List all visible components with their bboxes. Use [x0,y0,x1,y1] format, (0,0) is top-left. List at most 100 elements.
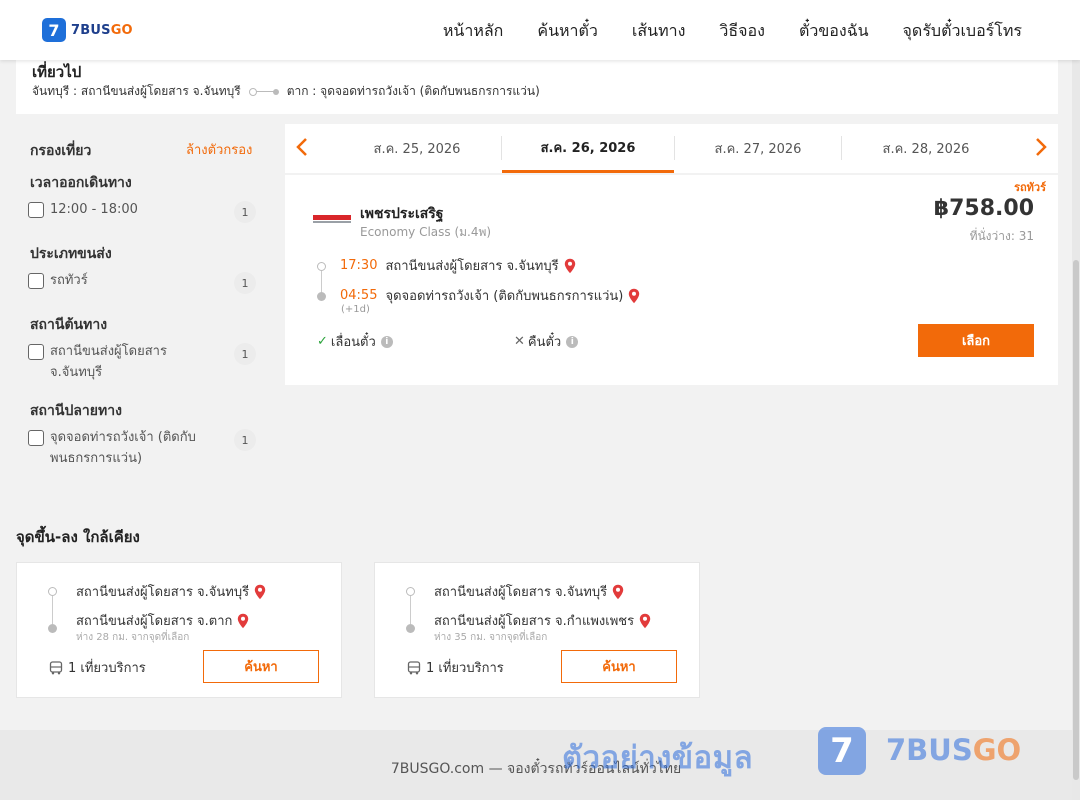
nav-routes[interactable]: เส้นทาง [632,19,686,44]
arrival-station: จุดจอดท่ารถวังเจ้า (ติดกับพนธกรการแว่น) [385,289,624,304]
reschedule-label: เลื่อนตั๋ว [330,335,376,350]
nearby-to: สถานีขนส่งผู้โดยสาร จ.กำแพงเพชร [434,610,651,631]
departure-stop: 17:30 สถานีขนส่งผู้โดยสาร จ.จันทบุรี [340,255,576,276]
checkbox[interactable] [28,430,44,446]
nearby-trip-count: 1 เที่ยวบริการ [49,657,146,678]
watermark-logo: 7 [818,727,866,775]
filter-option-label: สถานีขนส่งผู้โดยสาร จ.จันทบุรี [50,344,167,380]
prev-date-button[interactable] [291,135,313,159]
map-pin-icon[interactable] [237,613,249,629]
info-icon[interactable]: i [380,335,393,348]
next-day-indicator: (+1d) [341,304,370,315]
clear-filters-link[interactable]: ล้างตัวกรอง [186,139,252,160]
trip-direction-title: เที่ยวไป [32,63,82,81]
route-timeline [48,587,58,633]
nearby-distance: ห่าง 35 กม. จากจุดที่เลือก [434,632,548,643]
filter-count-badge: 1 [234,343,256,365]
seats-available: ที่นั่งว่าง: 31 [969,229,1034,243]
nearby-trip-count-label: 1 เที่ยวบริการ [426,661,504,676]
checkbox[interactable] [28,344,44,360]
select-trip-button[interactable]: เลือก [918,324,1034,357]
filter-option-origin-station[interactable]: สถานีขนส่งผู้โดยสาร จ.จันทบุรี 1 [28,343,256,383]
filter-section-origin-station: สถานีต้นทาง [30,317,108,333]
nav-ticket-pickup[interactable]: จุดรับตั๋วเบอร์โทร [903,19,1022,44]
date-tab[interactable]: ส.ค. 25, 2026 [333,124,501,173]
nav-home[interactable]: หน้าหลัก [443,19,504,44]
filter-count-badge: 1 [234,201,256,223]
nearby-trip-count-label: 1 เที่ยวบริการ [68,661,146,676]
next-date-button[interactable] [1030,135,1052,159]
nav-my-tickets[interactable]: ตั๋วของฉัน [799,19,869,44]
ticket-price: ฿758.00 [933,196,1034,221]
date-selector: ส.ค. 25, 2026 ส.ค. 26, 2026 ส.ค. 27, 202… [285,124,1058,173]
nearby-from-label: สถานีขนส่งผู้โดยสาร จ.จันทบุรี [434,585,608,600]
nearby-to: สถานีขนส่งผู้โดยสาร จ.ตาก [76,610,249,631]
map-pin-icon[interactable] [639,613,651,629]
logo-text-a: 7BUS [71,22,111,38]
nearby-to-label: สถานีขนส่งผู้โดยสาร จ.ตาก [76,614,233,629]
nearby-route-card: สถานีขนส่งผู้โดยสาร จ.จันทบุรี สถานีขนส่… [374,562,700,698]
page-scrollbar[interactable] [1072,60,1080,800]
chevron-left-icon [296,138,307,156]
nearby-from-label: สถานีขนส่งผู้โดยสาร จ.จันทบุรี [76,585,250,600]
trip-summary: เที่ยวไป จันทบุรี : สถานีขนส่งผู้โดยสาร … [16,60,1058,114]
check-icon: ✓ [317,334,328,349]
trip-route: จันทบุรี : สถานีขนส่งผู้โดยสาร จ.จันทบุร… [32,82,540,101]
departure-time: 17:30 [340,258,378,273]
filter-option-label: จุดจอดท่ารถวังเจ้า (ติดกับพนธกรการแว่น) [50,430,196,466]
checkbox[interactable] [28,202,44,218]
sample-watermark: ตัวอย่างข้อมูล [562,740,754,776]
reschedule-policy: ✓ เลื่อนตั๋ว i [317,331,393,352]
bus-icon [407,660,421,674]
filter-section-transport-type: ประเภทขนส่ง [30,246,112,262]
filter-option-label: 12:00 - 18:00 [50,202,138,217]
logo-mark: 7 [42,18,66,42]
arrival-time: 04:55 [340,288,378,303]
filter-option-label: รถทัวร์ [50,273,88,288]
nearby-search-button[interactable]: ค้นหา [203,650,319,683]
info-icon[interactable]: i [566,335,579,348]
seat-class: Economy Class (ม.4พ) [360,225,492,239]
filter-option-destination-station[interactable]: จุดจอดท่ารถวังเจ้า (ติดกับพนธกรการแว่น) … [28,429,256,469]
watermark-brand-b: GO [972,733,1022,767]
nearby-search-button[interactable]: ค้นหา [561,650,677,683]
map-pin-icon[interactable] [564,258,576,274]
site-logo[interactable]: 7 7BUSGO [42,18,133,42]
date-tab-active[interactable]: ส.ค. 26, 2026 [502,124,674,173]
cross-icon: ✕ [514,334,525,349]
operator-logo [313,215,351,223]
vehicle-type-badge: รถทัวร์ [1014,181,1046,194]
checkbox[interactable] [28,273,44,289]
nearby-from: สถานีขนส่งผู้โดยสาร จ.จันทบุรี [76,581,266,602]
filter-section-departure-time: เวลาออกเดินทาง [30,175,132,191]
map-pin-icon[interactable] [612,584,624,600]
route-timeline [406,587,416,633]
nearby-distance: ห่าง 28 กม. จากจุดที่เลือก [76,632,190,643]
logo-text: 7BUSGO [71,23,133,38]
map-pin-icon[interactable] [628,288,640,304]
filter-option-transport-type[interactable]: รถทัวร์ 1 [28,272,256,294]
scroll-thumb[interactable] [1073,260,1079,780]
map-pin-icon[interactable] [254,584,266,600]
refund-label: คืนตั๋ว [527,335,562,350]
bus-icon [49,660,63,674]
departure-station: สถานีขนส่งผู้โดยสาร จ.จันทบุรี [385,259,559,274]
date-tab[interactable]: ส.ค. 28, 2026 [842,124,1010,173]
nav-how-to-book[interactable]: วิธีจอง [719,19,765,44]
trip-result-card: รถทัวร์ เพชรประเสริฐ Economy Class (ม.4พ… [285,175,1058,385]
nav-search-tickets[interactable]: ค้นหาตั๋ว [537,19,598,44]
nearby-trip-count: 1 เที่ยวบริการ [407,657,504,678]
trip-origin: จันทบุรี : สถานีขนส่งผู้โดยสาร จ.จันทบุร… [32,84,241,98]
route-line-icon [248,87,279,97]
watermark-brand-a: 7BUS [886,733,973,767]
filter-option-departure-time[interactable]: 12:00 - 18:00 1 [28,201,256,223]
chevron-right-icon [1036,138,1047,156]
logo-text-b: GO [110,22,133,38]
filter-panel: กรองเที่ยว ล้างตัวกรอง เวลาออกเดินทาง 12… [16,124,270,490]
nearby-to-label: สถานีขนส่งผู้โดยสาร จ.กำแพงเพชร [434,614,635,629]
main-nav: หน้าหลัก ค้นหาตั๋ว เส้นทาง วิธีจอง ตั๋วข… [443,19,1022,44]
nearby-stops-title: จุดขึ้น-ลง ใกล้เคียง [16,528,140,546]
operator-name: เพชรประเสริฐ [360,206,444,222]
nearby-from: สถานีขนส่งผู้โดยสาร จ.จันทบุรี [434,581,624,602]
date-tab[interactable]: ส.ค. 27, 2026 [675,124,841,173]
